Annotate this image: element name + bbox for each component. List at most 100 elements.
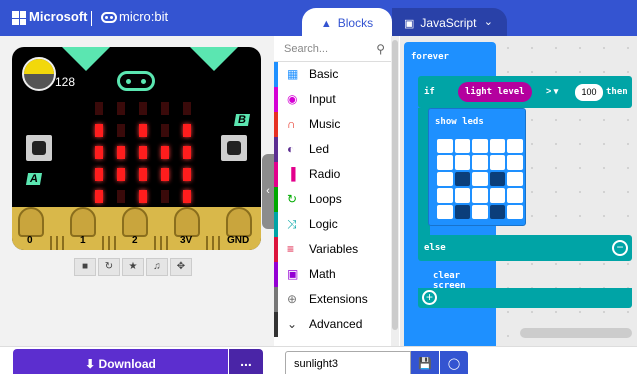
- led-pattern-cell[interactable]: [507, 139, 523, 154]
- download-button[interactable]: ⬇ Download: [13, 349, 228, 374]
- toolbox-category-math[interactable]: ▣ Math: [274, 262, 393, 287]
- led-pattern-cell[interactable]: [437, 204, 453, 219]
- led-pattern-cell[interactable]: [489, 171, 506, 187]
- comparison-operator[interactable]: > ▾: [546, 86, 558, 97]
- connector-strip: [62, 236, 64, 250]
- led-pattern-cell[interactable]: [489, 188, 506, 203]
- light-level-slider[interactable]: [22, 57, 56, 91]
- category-label: Radio: [309, 167, 341, 181]
- more-options-button[interactable]: ...: [229, 349, 263, 374]
- led-pattern-editor[interactable]: [437, 139, 523, 219]
- led-pattern-cell[interactable]: [454, 155, 471, 170]
- led-pattern-cell[interactable]: [454, 188, 471, 203]
- led-pixel: [161, 189, 169, 203]
- button-b-label: B: [233, 114, 251, 126]
- pin-1[interactable]: [70, 207, 96, 237]
- github-icon[interactable]: ◯: [440, 351, 468, 374]
- led-pixel: [117, 101, 125, 115]
- pin-3v[interactable]: [174, 207, 200, 237]
- led-pattern-cell[interactable]: [472, 188, 488, 203]
- search-icon[interactable]: ⚲: [376, 42, 385, 56]
- workspace-scrollbar[interactable]: [520, 328, 632, 338]
- blocks-workspace[interactable]: forever if light level > ▾ 100 then show…: [400, 36, 637, 352]
- led-pattern-cell[interactable]: [437, 171, 453, 187]
- toolbox-scroll-thumb[interactable]: [392, 40, 398, 330]
- led-pattern-cell[interactable]: [507, 171, 523, 187]
- led-pattern-cell[interactable]: [472, 204, 488, 219]
- led-pattern-cell[interactable]: [507, 204, 523, 219]
- chevron-down-icon[interactable]: ⌄: [484, 15, 493, 28]
- save-icon[interactable]: 💾: [411, 351, 439, 374]
- fullscreen-icon[interactable]: ✥: [170, 258, 192, 276]
- button-a[interactable]: [26, 135, 52, 161]
- category-color-bar: [274, 187, 278, 212]
- search-input[interactable]: Search... ⚲: [274, 36, 399, 62]
- headphones-icon: ∩: [287, 117, 296, 131]
- pin-0[interactable]: [18, 207, 44, 237]
- button-b[interactable]: [221, 135, 247, 161]
- led-pattern-cell[interactable]: [454, 204, 471, 219]
- pin-label: GND: [227, 235, 250, 246]
- category-label: Extensions: [309, 292, 368, 306]
- led-pattern-cell[interactable]: [454, 171, 471, 187]
- product-name[interactable]: micro:bit: [119, 9, 168, 24]
- led-pattern-cell[interactable]: [472, 139, 488, 154]
- tab-blocks-label: Blocks: [337, 16, 374, 30]
- led-pattern-cell[interactable]: [454, 139, 471, 154]
- category-color-bar: [274, 62, 278, 87]
- add-else-if-icon[interactable]: +: [422, 290, 437, 305]
- led-pattern-cell[interactable]: [489, 155, 506, 170]
- toolbox-category-input[interactable]: ◉ Input: [274, 87, 393, 112]
- tab-javascript[interactable]: ▣ JavaScript ⌄: [392, 8, 507, 36]
- toolbox-category-music[interactable]: ∩ Music: [274, 112, 393, 137]
- toolbox-category-extensions[interactable]: ⊕ Extensions: [274, 287, 393, 312]
- led-pattern-cell[interactable]: [489, 204, 506, 219]
- logo-touch-sensor[interactable]: [117, 71, 155, 91]
- pin-gnd[interactable]: [226, 207, 252, 237]
- led-pattern-cell[interactable]: [472, 171, 488, 187]
- category-color-bar: [274, 112, 278, 137]
- header-divider: [91, 11, 92, 26]
- tab-blocks[interactable]: ▲ Blocks: [302, 8, 392, 36]
- category-color-bar: [274, 287, 278, 312]
- compare-value-field[interactable]: 100: [575, 84, 603, 101]
- restart-icon[interactable]: ↻: [98, 258, 120, 276]
- audio-icon[interactable]: ♫: [146, 258, 168, 276]
- light-level-reporter[interactable]: light level: [458, 82, 532, 102]
- forever-label: forever: [411, 52, 449, 62]
- toolbox-category-basic[interactable]: ▦ Basic: [274, 62, 393, 87]
- led-pattern-cell[interactable]: [437, 139, 453, 154]
- stop-icon[interactable]: ■: [74, 258, 96, 276]
- remove-else-icon[interactable]: −: [612, 240, 628, 256]
- search-placeholder: Search...: [284, 43, 329, 55]
- toolbox-category-loops[interactable]: ↻ Loops: [274, 187, 393, 212]
- project-name-input[interactable]: sunlight3: [285, 351, 411, 374]
- toolbox-category-logic[interactable]: ⤨ Logic: [274, 212, 393, 237]
- toolbox-category-led[interactable]: ◐ Led: [274, 137, 393, 162]
- forever-block[interactable]: forever if light level > ▾ 100 then show…: [404, 42, 632, 352]
- show-leds-block[interactable]: show leds: [428, 108, 526, 226]
- then-label: then: [606, 87, 628, 97]
- led-pattern-cell[interactable]: [472, 155, 488, 170]
- collapse-simulator-button[interactable]: ‹: [262, 154, 274, 229]
- category-label: Logic: [309, 217, 338, 231]
- category-label: Music: [309, 117, 341, 131]
- toolbox-category-radio[interactable]: ▐ Radio: [274, 162, 393, 187]
- toolbox-category-advanced[interactable]: ⌄ Advanced: [274, 312, 393, 337]
- light-level-readout: 128: [55, 75, 76, 89]
- if-block[interactable]: if light level > ▾ 100 then: [418, 76, 632, 108]
- led-pixel: [183, 145, 191, 159]
- category-color-bar: [274, 87, 278, 112]
- led-pattern-cell[interactable]: [437, 155, 453, 170]
- led-pattern-cell[interactable]: [507, 188, 523, 203]
- led-pattern-cell[interactable]: [489, 139, 506, 154]
- led-pattern-cell[interactable]: [437, 188, 453, 203]
- toolbox-category-variables[interactable]: ≡ Variables: [274, 237, 393, 262]
- pin-2[interactable]: [122, 207, 148, 237]
- clear-screen-block[interactable]: clear screen: [428, 265, 496, 291]
- led-pattern-cell[interactable]: [507, 155, 523, 170]
- slowmo-icon[interactable]: ★: [122, 258, 144, 276]
- toggle-icon: ◐: [287, 142, 295, 156]
- chevron-down-icon: ⌄: [287, 317, 298, 331]
- category-label: Variables: [309, 242, 359, 256]
